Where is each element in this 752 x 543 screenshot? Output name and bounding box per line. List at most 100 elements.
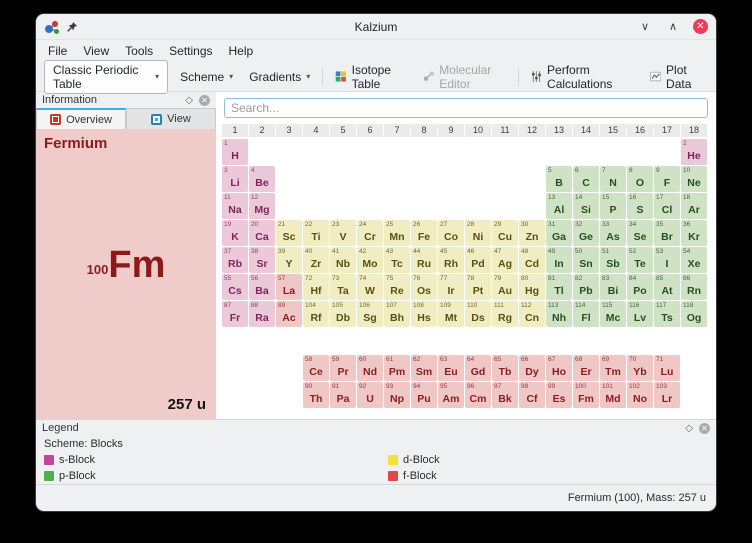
element-H[interactable]: 1H — [222, 139, 248, 165]
element-Pm[interactable]: 61Pm — [384, 355, 410, 381]
element-Hg[interactable]: 80Hg — [519, 274, 545, 300]
element-Sr[interactable]: 38Sr — [249, 247, 275, 273]
element-Eu[interactable]: 63Eu — [438, 355, 464, 381]
element-Ra[interactable]: 88Ra — [249, 301, 275, 327]
element-Si[interactable]: 14Si — [573, 193, 599, 219]
close-button[interactable]: ✕ — [693, 19, 708, 34]
element-Li[interactable]: 3Li — [222, 166, 248, 192]
element-Zn[interactable]: 30Zn — [519, 220, 545, 246]
tab-overview[interactable]: Overview — [36, 108, 126, 129]
element-Re[interactable]: 75Re — [384, 274, 410, 300]
element-Pd[interactable]: 46Pd — [465, 247, 491, 273]
element-Nh[interactable]: 113Nh — [546, 301, 572, 327]
element-Ru[interactable]: 44Ru — [411, 247, 437, 273]
element-W[interactable]: 74W — [357, 274, 383, 300]
element-B[interactable]: 5B — [546, 166, 572, 192]
element-Gd[interactable]: 64Gd — [465, 355, 491, 381]
close-panel-icon[interactable]: ✕ — [699, 423, 710, 434]
element-V[interactable]: 23V — [330, 220, 356, 246]
element-Og[interactable]: 118Og — [681, 301, 707, 327]
element-N[interactable]: 7N — [600, 166, 626, 192]
element-Mo[interactable]: 42Mo — [357, 247, 383, 273]
element-O[interactable]: 8O — [627, 166, 653, 192]
element-Nd[interactable]: 60Nd — [357, 355, 383, 381]
element-Pt[interactable]: 78Pt — [465, 274, 491, 300]
element-No[interactable]: 102No — [627, 382, 653, 408]
menu-tools[interactable]: Tools — [117, 42, 161, 60]
element-Ni[interactable]: 28Ni — [465, 220, 491, 246]
element-Hs[interactable]: 108Hs — [411, 301, 437, 327]
element-Cu[interactable]: 29Cu — [492, 220, 518, 246]
element-Rg[interactable]: 111Rg — [492, 301, 518, 327]
close-panel-icon[interactable]: ✕ — [199, 95, 210, 106]
maximize-button[interactable]: ∧ — [665, 19, 681, 35]
element-Zr[interactable]: 40Zr — [303, 247, 329, 273]
element-Pb[interactable]: 82Pb — [573, 274, 599, 300]
element-Tb[interactable]: 65Tb — [492, 355, 518, 381]
minimize-button[interactable]: ∨ — [637, 19, 653, 35]
element-Sm[interactable]: 62Sm — [411, 355, 437, 381]
menu-help[interactable]: Help — [221, 42, 262, 60]
element-C[interactable]: 6C — [573, 166, 599, 192]
element-Pu[interactable]: 94Pu — [411, 382, 437, 408]
element-Sg[interactable]: 106Sg — [357, 301, 383, 327]
element-Cl[interactable]: 17Cl — [654, 193, 680, 219]
element-Po[interactable]: 84Po — [627, 274, 653, 300]
element-Bk[interactable]: 97Bk — [492, 382, 518, 408]
element-Cf[interactable]: 98Cf — [519, 382, 545, 408]
element-Ce[interactable]: 58Ce — [303, 355, 329, 381]
element-Fe[interactable]: 26Fe — [411, 220, 437, 246]
isotope-table-button[interactable]: Isotope Table — [331, 61, 411, 93]
element-Ag[interactable]: 47Ag — [492, 247, 518, 273]
element-Ti[interactable]: 22Ti — [303, 220, 329, 246]
element-K[interactable]: 19K — [222, 220, 248, 246]
tab-view[interactable]: View — [126, 108, 216, 129]
element-Ta[interactable]: 73Ta — [330, 274, 356, 300]
element-Sc[interactable]: 21Sc — [276, 220, 302, 246]
element-Fl[interactable]: 114Fl — [573, 301, 599, 327]
element-Er[interactable]: 68Er — [573, 355, 599, 381]
menu-settings[interactable]: Settings — [161, 42, 220, 60]
element-Mn[interactable]: 25Mn — [384, 220, 410, 246]
element-Ts[interactable]: 117Ts — [654, 301, 680, 327]
element-Te[interactable]: 52Te — [627, 247, 653, 273]
search-input[interactable] — [224, 98, 708, 118]
element-Th[interactable]: 90Th — [303, 382, 329, 408]
element-Fm[interactable]: 100Fm — [573, 382, 599, 408]
element-Pr[interactable]: 59Pr — [330, 355, 356, 381]
perform-calculations-button[interactable]: Perform Calculations — [527, 61, 637, 93]
element-Au[interactable]: 79Au — [492, 274, 518, 300]
element-Cm[interactable]: 96Cm — [465, 382, 491, 408]
element-As[interactable]: 33As — [600, 220, 626, 246]
element-Rh[interactable]: 45Rh — [438, 247, 464, 273]
element-Cn[interactable]: 112Cn — [519, 301, 545, 327]
element-Ds[interactable]: 110Ds — [465, 301, 491, 327]
table-type-select[interactable]: Classic Periodic Table ▾ — [44, 60, 168, 94]
float-panel-icon[interactable]: ◇ — [185, 95, 193, 106]
element-Mc[interactable]: 115Mc — [600, 301, 626, 327]
element-Fr[interactable]: 87Fr — [222, 301, 248, 327]
element-I[interactable]: 53I — [654, 247, 680, 273]
element-Cr[interactable]: 24Cr — [357, 220, 383, 246]
element-Co[interactable]: 27Co — [438, 220, 464, 246]
scheme-dropdown[interactable]: Scheme ▾ — [176, 68, 237, 86]
element-S[interactable]: 16S — [627, 193, 653, 219]
element-Rb[interactable]: 37Rb — [222, 247, 248, 273]
pin-icon[interactable] — [66, 21, 78, 33]
element-Al[interactable]: 13Al — [546, 193, 572, 219]
element-Tl[interactable]: 81Tl — [546, 274, 572, 300]
element-Na[interactable]: 11Na — [222, 193, 248, 219]
element-Se[interactable]: 34Se — [627, 220, 653, 246]
element-Os[interactable]: 76Os — [411, 274, 437, 300]
element-He[interactable]: 2He — [681, 139, 707, 165]
element-Pa[interactable]: 91Pa — [330, 382, 356, 408]
element-At[interactable]: 85At — [654, 274, 680, 300]
element-Ir[interactable]: 77Ir — [438, 274, 464, 300]
element-Bi[interactable]: 83Bi — [600, 274, 626, 300]
float-panel-icon[interactable]: ◇ — [685, 423, 693, 434]
element-Np[interactable]: 93Np — [384, 382, 410, 408]
element-F[interactable]: 9F — [654, 166, 680, 192]
element-Dy[interactable]: 66Dy — [519, 355, 545, 381]
element-Nb[interactable]: 41Nb — [330, 247, 356, 273]
element-Ca[interactable]: 20Ca — [249, 220, 275, 246]
